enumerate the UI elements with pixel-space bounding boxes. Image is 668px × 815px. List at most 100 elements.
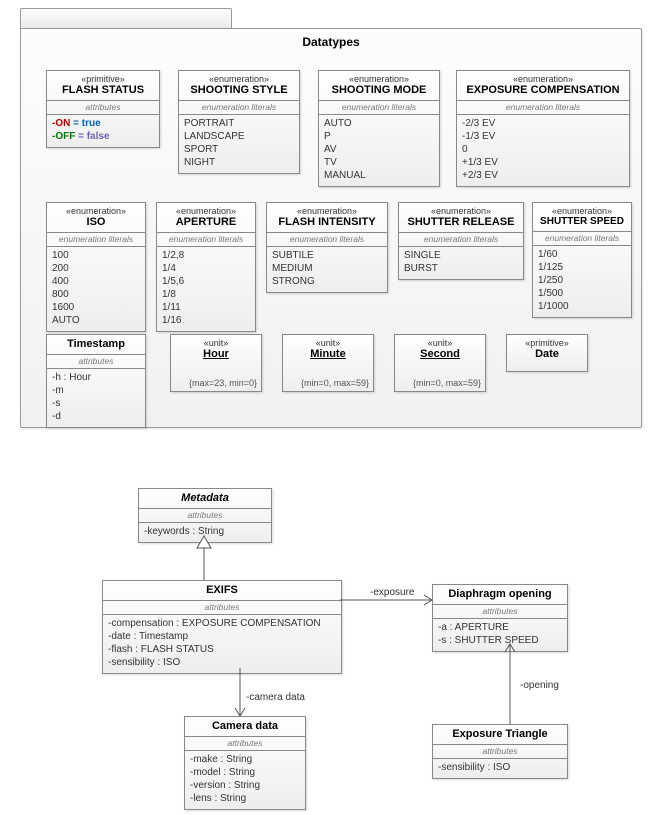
literal: SINGLE <box>404 249 518 262</box>
stereo: «enumeration» <box>537 206 627 216</box>
literal: 1/8 <box>162 288 250 301</box>
section-label: attributes <box>433 745 567 759</box>
literal: 1/60 <box>538 248 626 261</box>
box-metadata: Metadata attributes -keywords : String <box>138 488 272 543</box>
box-exposure-compensation: «enumeration» EXPOSURE COMPENSATION enum… <box>456 70 630 187</box>
stereo: «enumeration» <box>403 206 519 216</box>
literal: 0 <box>462 143 624 156</box>
section-body: SINGLE BURST <box>399 247 523 279</box>
attribute: -sensibility : ISO <box>438 761 562 774</box>
literal: 100 <box>52 249 140 262</box>
section-label: attributes <box>185 737 305 751</box>
classifier-name: SHUTTER RELEASE <box>403 216 519 228</box>
constraint: {max=23, min=0} <box>189 378 257 389</box>
diagram-canvas: Datatypes «primitive» FLASH STATUS attri… <box>0 0 668 815</box>
stereo: «unit» <box>175 338 257 348</box>
assoc-label-opening: -opening <box>520 680 559 691</box>
classifier-name: Hour <box>175 348 257 360</box>
stereo: «enumeration» <box>183 74 295 84</box>
literal: AV <box>324 143 434 156</box>
box-minute: «unit» Minute {min=0, max=59} <box>282 334 374 392</box>
stereo: «unit» <box>399 338 481 348</box>
box-timestamp: Timestamp attributes -h : Hour -m -s -d <box>46 334 146 428</box>
literal: AUTO <box>324 117 434 130</box>
section-body: -a : APERTURE -s : SHUTTER SPEED <box>433 619 567 651</box>
attribute: -model : String <box>190 766 300 779</box>
literal: NIGHT <box>184 156 294 169</box>
classifier-name: Date <box>511 348 583 360</box>
classifier-name: FLASH INTENSITY <box>271 216 383 228</box>
classifier-name: SHOOTING MODE <box>323 84 435 96</box>
classifier-name: SHOOTING STYLE <box>183 84 295 96</box>
attribute: -flash : FLASH STATUS <box>108 643 336 656</box>
assoc-label-exposure: -exposure <box>370 587 414 598</box>
classifier-name: FLASH STATUS <box>51 84 155 96</box>
literal: 1/16 <box>162 314 250 327</box>
classifier-name: Camera data <box>189 720 301 732</box>
attribute: -m <box>52 384 140 397</box>
classifier-name: Diaphragm opening <box>437 588 563 600</box>
section-body: AUTO P AV TV MANUAL <box>319 115 439 186</box>
box-date: «primitive» Date <box>506 334 588 372</box>
box-exifs: EXIFS attributes -compensation : EXPOSUR… <box>102 580 342 674</box>
section-body: -2/3 EV -1/3 EV 0 +1/3 EV +2/3 EV <box>457 115 629 186</box>
section-body: -compensation : EXPOSURE COMPENSATION -d… <box>103 615 341 673</box>
attribute: -lens : String <box>190 792 300 805</box>
section-label: enumeration literals <box>533 232 631 246</box>
literal: 1/500 <box>538 287 626 300</box>
box-flash-intensity: «enumeration» FLASH INTENSITY enumeratio… <box>266 202 388 293</box>
classifier-name: ISO <box>51 216 141 228</box>
stereo: «enumeration» <box>161 206 251 216</box>
classifier-name: Second <box>399 348 481 360</box>
box-iso: «enumeration» ISO enumeration literals 1… <box>46 202 146 332</box>
section-label: attributes <box>139 509 271 523</box>
attribute: -sensibility : ISO <box>108 656 336 669</box>
literal: LANDSCAPE <box>184 130 294 143</box>
section-label: enumeration literals <box>267 233 387 247</box>
attribute: -version : String <box>190 779 300 792</box>
section-label: attributes <box>433 605 567 619</box>
literal: 1/5,6 <box>162 275 250 288</box>
literal: SUBTILE <box>272 249 382 262</box>
section-label: enumeration literals <box>47 233 145 247</box>
stereo: «unit» <box>287 338 369 348</box>
literal: -2/3 EV <box>462 117 624 130</box>
classifier-name: Timestamp <box>51 338 141 350</box>
section-body: 100 200 400 800 1600 AUTO <box>47 247 145 331</box>
section-label: attributes <box>103 601 341 615</box>
attribute: -make : String <box>190 753 300 766</box>
section-body: -ON = true -OFF = false <box>47 115 159 147</box>
literal: AUTO <box>52 314 140 327</box>
literal: 800 <box>52 288 140 301</box>
attribute: -compensation : EXPOSURE COMPENSATION <box>108 617 336 630</box>
literal: -1/3 EV <box>462 130 624 143</box>
literal: = false <box>75 131 109 142</box>
section-body: -keywords : String <box>139 523 271 542</box>
attribute: -date : Timestamp <box>108 630 336 643</box>
literal: STRONG <box>272 275 382 288</box>
attribute: -s : SHUTTER SPEED <box>438 634 562 647</box>
section-label: enumeration literals <box>399 233 523 247</box>
box-diaphragm-opening: Diaphragm opening attributes -a : APERTU… <box>432 584 568 652</box>
literal: 1/11 <box>162 301 250 314</box>
package-title: Datatypes <box>21 35 641 49</box>
constraint: {min=0, max=59} <box>413 378 481 389</box>
section-label: enumeration literals <box>457 101 629 115</box>
classifier-name: SHUTTER SPEED <box>537 216 627 227</box>
box-shooting-mode: «enumeration» SHOOTING MODE enumeration … <box>318 70 440 187</box>
literal: BURST <box>404 262 518 275</box>
literal: 200 <box>52 262 140 275</box>
attribute: -h : Hour <box>52 371 140 384</box>
literal: 1/2,8 <box>162 249 250 262</box>
section-body: 1/2,8 1/4 1/5,6 1/8 1/11 1/16 <box>157 247 255 331</box>
assoc-label-camera: -camera data <box>246 692 305 703</box>
attribute: -keywords : String <box>144 525 266 538</box>
section-label: enumeration literals <box>179 101 299 115</box>
box-shutter-release: «enumeration» SHUTTER RELEASE enumeratio… <box>398 202 524 280</box>
attribute: -a : APERTURE <box>438 621 562 634</box>
box-second: «unit» Second {min=0, max=59} <box>394 334 486 392</box>
section-body: -make : String -model : String -version … <box>185 751 305 809</box>
literal: SPORT <box>184 143 294 156</box>
section-body: -sensibility : ISO <box>433 759 567 778</box>
literal: PORTRAIT <box>184 117 294 130</box>
